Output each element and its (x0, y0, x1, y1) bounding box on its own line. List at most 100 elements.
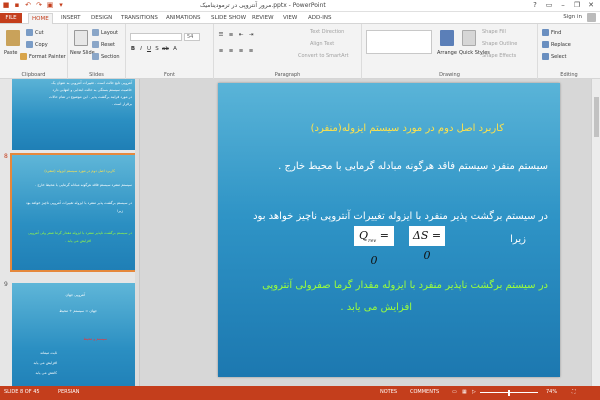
fit-slide-icon[interactable]: ⛶ (572, 389, 576, 395)
numbering-icon[interactable]: ≡ (228, 32, 234, 39)
tab-file[interactable]: FILE (0, 13, 22, 23)
font-color-button[interactable]: A (172, 46, 178, 53)
format-painter-button[interactable]: Format Painter (20, 53, 66, 60)
help-button[interactable]: ? (528, 0, 542, 11)
find-button[interactable]: Find (542, 29, 561, 36)
drawing-group-label: Drawing (439, 72, 460, 78)
align-right-icon[interactable]: ≡ (238, 48, 244, 55)
slide-paragraph-1[interactable]: سیستم منفرد سیستم فاقد هرگونه مبادله گرم… (278, 161, 548, 172)
decrease-indent-icon[interactable]: ⇤ (238, 32, 244, 39)
undo-icon[interactable]: ↶ (24, 1, 32, 9)
font-name-box[interactable] (130, 33, 182, 41)
new-slide-button[interactable]: New Slide (70, 50, 95, 56)
shape-fill-button[interactable]: Shape Fill (482, 29, 506, 35)
zoom-level[interactable]: 74% (546, 389, 557, 395)
strikethrough-button[interactable]: ab (162, 46, 169, 53)
normal-view-icon[interactable]: ▭ (452, 389, 457, 395)
editor-scrollbar[interactable] (591, 79, 600, 386)
justify-icon[interactable]: ≡ (248, 48, 254, 55)
tab-view[interactable]: VIEW (280, 13, 300, 23)
comments-button[interactable]: COMMENTS (410, 389, 439, 395)
close-button[interactable]: ✕ (584, 0, 598, 11)
tab-insert[interactable]: INSERT (58, 13, 83, 23)
reset-button[interactable]: Reset (92, 41, 115, 48)
paste-button[interactable]: Paste (4, 50, 18, 56)
quick-styles-icon[interactable] (462, 30, 476, 46)
thumb-text: سیستم و محیط (83, 337, 107, 341)
thumbnail-slide-7[interactable]: آنتروپی تابع حالت است . تغییرات آنتروپی … (12, 79, 137, 150)
slide-thumbnails-pane[interactable]: آنتروپی تابع حالت است . تغییرات آنتروپی … (0, 79, 140, 386)
slide-paragraph-3[interactable]: در سیستم برگشت ناپذیر منفرد با ایزوله مق… (262, 280, 548, 291)
tab-design[interactable]: DESIGN (88, 13, 115, 23)
tab-animations[interactable]: ANIMATIONS (163, 13, 204, 23)
slideshow-view-icon[interactable]: ▷ (472, 389, 476, 395)
select-button[interactable]: Select (542, 53, 566, 60)
thumb-text: کاربرد اصل دوم در مورد سیستم ایزوله (منف… (44, 169, 115, 173)
save-icon[interactable]: ▪ (13, 1, 21, 9)
shape-effects-button[interactable]: Shape Effects (482, 53, 516, 59)
thumb-text: افزایش می یابد . (65, 239, 91, 243)
italic-button[interactable]: I (138, 46, 144, 53)
bold-button[interactable]: B (130, 46, 136, 53)
paste-icon[interactable] (6, 30, 20, 46)
font-group: 54 B I U S ab A Font (126, 24, 214, 79)
layout-button[interactable]: Layout (92, 29, 118, 36)
thumb-text: آنتروپی تابع حالت است . تغییرات آنتروپی … (51, 81, 132, 85)
arrange-icon[interactable] (440, 30, 454, 46)
start-slideshow-icon[interactable]: ▣ (46, 1, 54, 9)
slide-sorter-icon[interactable]: ▦ (462, 389, 467, 395)
sign-in-link[interactable]: Sign in (563, 14, 582, 20)
bullets-icon[interactable]: ☰ (218, 32, 224, 39)
find-label: Find (551, 29, 562, 36)
quick-access-toolbar: ■ ▪ ↶ ↷ ▣ ▾ (2, 1, 65, 9)
align-left-icon[interactable]: ≡ (218, 48, 224, 55)
equation-q-rev[interactable]: Qrev = 0 (354, 226, 394, 267)
slide-paragraph-2-cont[interactable]: زیرا (510, 234, 526, 245)
restore-button[interactable]: ❐ (570, 0, 584, 11)
scrollbar-thumb[interactable] (594, 97, 599, 137)
tab-review[interactable]: REVIEW (249, 13, 277, 23)
status-bar: SLIDE 8 OF 45 PERSIAN NOTES COMMENTS ▭ ▦… (0, 386, 600, 400)
shape-outline-button[interactable]: Shape Outline (482, 41, 517, 47)
thumbnail-slide-9[interactable]: آنتروپی جهان جهان = سیستم + محیط سیستم و… (12, 283, 137, 386)
section-button[interactable]: Section (92, 53, 120, 60)
font-size-box[interactable]: 54 (184, 33, 200, 41)
thumbnail-number: 9 (4, 281, 8, 288)
notes-button[interactable]: NOTES (380, 389, 397, 395)
increase-indent-icon[interactable]: ⇥ (248, 32, 254, 39)
convert-to-smartart-button[interactable]: Convert to SmartArt (298, 53, 349, 59)
slide-title[interactable]: کاربرد اصل دوم در مورد سیستم ایزوله(منفر… (311, 123, 504, 134)
replace-label: Replace (551, 41, 571, 48)
editing-group-label: Editing (560, 72, 578, 78)
paragraph-group-label: Paragraph (274, 72, 301, 78)
tab-slide-show[interactable]: SLIDE SHOW (208, 13, 249, 23)
new-slide-icon[interactable] (74, 30, 88, 46)
shapes-gallery[interactable] (366, 30, 432, 54)
shadow-button[interactable]: S (154, 46, 160, 53)
copy-icon (26, 41, 33, 48)
cut-button[interactable]: Cut (26, 29, 44, 36)
tab-transitions[interactable]: TRANSITIONS (118, 13, 161, 23)
arrange-button[interactable]: Arrange (437, 50, 457, 56)
ribbon-display-button[interactable]: ▭ (542, 0, 556, 11)
customize-icon[interactable]: ▾ (57, 1, 65, 9)
tab-add-ins[interactable]: ADD-INS (305, 13, 334, 23)
text-direction-button[interactable]: Text Direction (310, 29, 344, 35)
current-slide[interactable]: کاربرد اصل دوم در مورد سیستم ایزوله(منفر… (218, 83, 560, 377)
slide-paragraph-2[interactable]: در سیستم برگشت پذیر منفرد با ایزوله تغیی… (253, 211, 548, 222)
redo-icon[interactable]: ↷ (35, 1, 43, 9)
minimize-button[interactable]: – (556, 0, 570, 11)
language-indicator[interactable]: PERSIAN (58, 389, 79, 395)
tab-home[interactable]: HOME (28, 13, 53, 24)
align-text-button[interactable]: Align Text (310, 41, 334, 47)
avatar[interactable] (587, 13, 596, 22)
underline-button[interactable]: U (146, 46, 152, 53)
slide-paragraph-3-cont[interactable]: افزایش می یابد . (340, 302, 412, 313)
zoom-slider-knob[interactable] (508, 390, 510, 396)
replace-button[interactable]: Replace (542, 41, 571, 48)
thumbnail-slide-8[interactable]: کاربرد اصل دوم در مورد سیستم ایزوله (منف… (10, 153, 139, 272)
copy-button[interactable]: Copy (26, 41, 48, 48)
align-center-icon[interactable]: ≡ (228, 48, 234, 55)
equation-delta-s[interactable]: ΔS = 0 (409, 226, 445, 262)
thumbnails-scrollbar[interactable] (135, 79, 139, 386)
